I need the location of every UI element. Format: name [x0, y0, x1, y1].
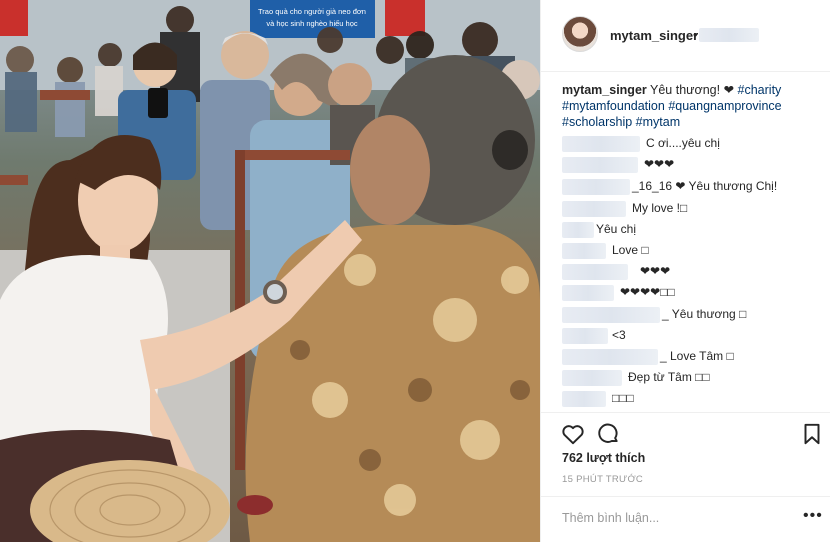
comment-text: _ Love Tâm □ [660, 349, 734, 363]
hashtag-quangnamprovince[interactable]: #quangnamprovince [668, 99, 781, 113]
caption-text: Yêu thương! ❤ [650, 83, 735, 97]
comment-text: <3 [612, 328, 626, 342]
redacted-username [562, 179, 630, 195]
comment-text: □□□ [612, 391, 634, 405]
redacted-follow [699, 28, 759, 42]
comment-text: My love !□ [632, 201, 688, 215]
comment-text: Đẹp từ Tâm □□ [628, 370, 710, 384]
comment-text: C ơi....yêu chị [646, 136, 720, 150]
post-sidebar: mytam_singer • mytam_singer Yêu thương! … [540, 0, 830, 542]
comment-text: ❤❤❤ [644, 157, 675, 171]
comment-text: Yêu chị [596, 222, 637, 236]
comment-text: ❤❤❤ [640, 264, 671, 278]
hashtag-charity[interactable]: #charity [738, 83, 782, 97]
bookmark-icon[interactable] [799, 421, 825, 447]
comment-text: _16_16 ❤ Yêu thương Chị! [632, 179, 778, 193]
avatar[interactable] [562, 16, 598, 52]
comments-list[interactable]: mytam_singer Yêu thương! ❤ #charity #myt… [541, 72, 830, 412]
post-photo[interactable]: Trao quà cho người già neo đơn và học si… [0, 0, 540, 542]
post-caption: mytam_singer Yêu thương! ❤ #charity #myt… [562, 82, 812, 130]
post-header: mytam_singer • [541, 0, 830, 72]
redacted-username [562, 136, 640, 152]
comment-text: Love □ [612, 243, 649, 257]
redacted-username [562, 349, 658, 365]
header-separator: • [693, 27, 698, 42]
redacted-username [562, 328, 608, 344]
comment-icon[interactable] [595, 421, 621, 447]
photo-illustration: Trao quà cho người già neo đơn và học si… [0, 0, 540, 542]
add-comment-bar: Thêm bình luận... ••• [541, 496, 830, 542]
redacted-username [562, 285, 614, 301]
comment-text: ❤❤❤❤□□ [620, 285, 675, 299]
hashtag-scholarship[interactable]: #scholarship [562, 115, 632, 129]
redacted-username [562, 243, 606, 259]
redacted-username [562, 264, 628, 280]
banner-text-1: Trao quà cho người già neo đơn [258, 7, 366, 16]
heart-icon[interactable] [560, 421, 586, 447]
redacted-username [562, 157, 638, 173]
hashtag-mytam[interactable]: #mytam [636, 115, 680, 129]
redacted-username [562, 391, 606, 407]
more-options-icon[interactable]: ••• [803, 507, 823, 525]
redacted-username [562, 201, 626, 217]
likes-count[interactable]: 762 lượt thích [562, 451, 645, 465]
redacted-username [562, 307, 660, 323]
hashtag-mytamfoundation[interactable]: #mytamfoundation [562, 99, 665, 113]
comment-text: _ Yêu thương □ [662, 307, 747, 321]
banner-text-2: và học sinh nghèo hiếu học [266, 19, 358, 28]
redacted-username [562, 370, 622, 386]
header-username[interactable]: mytam_singer [610, 28, 698, 43]
comment-input[interactable]: Thêm bình luận... [562, 511, 762, 525]
post-timestamp: 15 PHÚT TRƯỚC [562, 474, 644, 485]
redacted-username [562, 222, 594, 238]
caption-username[interactable]: mytam_singer [562, 83, 647, 97]
